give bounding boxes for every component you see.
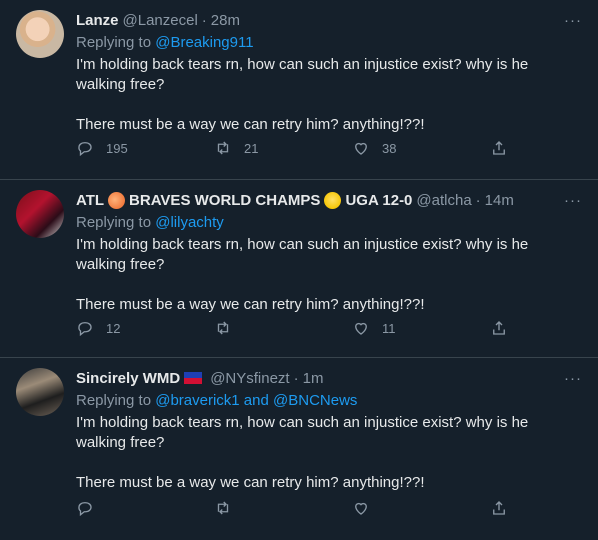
avatar[interactable] [16,368,64,416]
display-name-part[interactable]: UGA 12-0 [345,192,412,209]
share-button[interactable] [490,139,508,157]
share-icon [493,141,505,155]
retweet-icon [217,321,229,335]
replying-to-label: Replying to [76,214,152,231]
retweet-button[interactable] [214,319,352,337]
peach-emoji-icon [108,191,126,209]
avatar[interactable] [16,10,64,58]
tweet-text-line: There must be a way we can retry him? an… [76,116,425,133]
tweet-text: I'm holding back tears rn, how can such … [76,235,582,315]
user-handle[interactable]: @NYsfinezt [210,370,289,387]
separator: · [475,191,481,209]
replying-to: Replying to @lilyachty [76,213,582,233]
replying-to: Replying to @Breaking911 [76,33,582,53]
heart-icon [355,322,367,335]
haiti-flag-icon [184,372,203,384]
like-button[interactable]: 38 [352,139,490,157]
tweet-text: I'm holding back tears rn, how can such … [76,55,582,135]
like-count: 38 [382,140,397,156]
heart-icon [355,142,367,155]
retweet-button[interactable]: 21 [214,139,352,157]
share-icon [493,321,505,335]
share-icon [493,501,505,515]
reply-icon [78,142,92,157]
share-button[interactable] [490,319,508,337]
like-button[interactable]: 11 [352,319,490,337]
heart-icon [355,502,367,515]
timestamp[interactable]: 14m [485,192,514,209]
retweet-icon [217,141,229,155]
share-button[interactable] [490,499,508,517]
replying-to: Replying to @braverick1 and @BNCNews [76,391,582,411]
replying-to-link[interactable]: @braverick1 and @BNCNews [155,392,357,409]
reply-count: 195 [106,140,128,156]
reply-button[interactable] [76,499,214,517]
smiley-emoji-icon [324,191,342,209]
tweet[interactable]: ATL BRAVES WORLD CHAMPS UGA 12-0 @atlcha… [0,180,598,358]
action-bar: 195 21 38 [76,138,582,158]
like-count: 11 [382,320,396,336]
timestamp[interactable]: 1m [303,370,324,387]
user-handle[interactable]: @atlcha [416,192,471,209]
replying-to-label: Replying to [76,34,152,51]
action-bar: 12 11 [76,318,582,338]
more-icon[interactable]: ··· [564,370,582,387]
reply-button[interactable]: 12 [76,319,214,337]
reply-count: 12 [106,320,121,336]
replying-to-link[interactable]: @Breaking911 [155,34,253,51]
action-bar [76,498,582,518]
tweet[interactable]: Sincirely WMD @NYsfinezt · 1m Replying t… [0,358,598,540]
retweet-icon [217,501,229,515]
replying-to-link[interactable]: @lilyachty [155,214,224,231]
more-icon[interactable]: ··· [564,192,582,209]
reply-button[interactable]: 195 [76,139,214,157]
reply-icon [78,502,92,517]
user-handle[interactable]: @Lanzecel [123,12,198,29]
retweet-button[interactable] [214,499,352,517]
tweet[interactable]: Lanze @Lanzecel · 28m Replying to @Break… [0,0,598,180]
like-button[interactable] [352,499,490,517]
timestamp[interactable]: 28m [211,12,240,29]
tweet-text-line: I'm holding back tears rn, how can such … [76,414,529,451]
tweet-text-line: I'm holding back tears rn, how can such … [76,236,529,273]
separator: · [201,11,207,29]
reply-icon [78,322,92,337]
tweet-text-line: I'm holding back tears rn, how can such … [76,56,529,93]
avatar[interactable] [16,190,64,238]
display-name[interactable]: Sincirely WMD [76,370,180,387]
replying-to-label: Replying to [76,392,152,409]
display-name-part[interactable]: ATL [76,192,104,209]
tweet-text-line: There must be a way we can retry him? an… [76,296,425,313]
more-icon[interactable]: ··· [564,12,582,29]
display-name-part[interactable]: BRAVES WORLD CHAMPS [129,192,320,209]
display-name[interactable]: Lanze [76,12,119,29]
tweet-text-line: There must be a way we can retry him? an… [76,474,425,491]
tweet-text: I'm holding back tears rn, how can such … [76,413,582,493]
separator: · [293,369,299,387]
retweet-count: 21 [244,140,259,156]
